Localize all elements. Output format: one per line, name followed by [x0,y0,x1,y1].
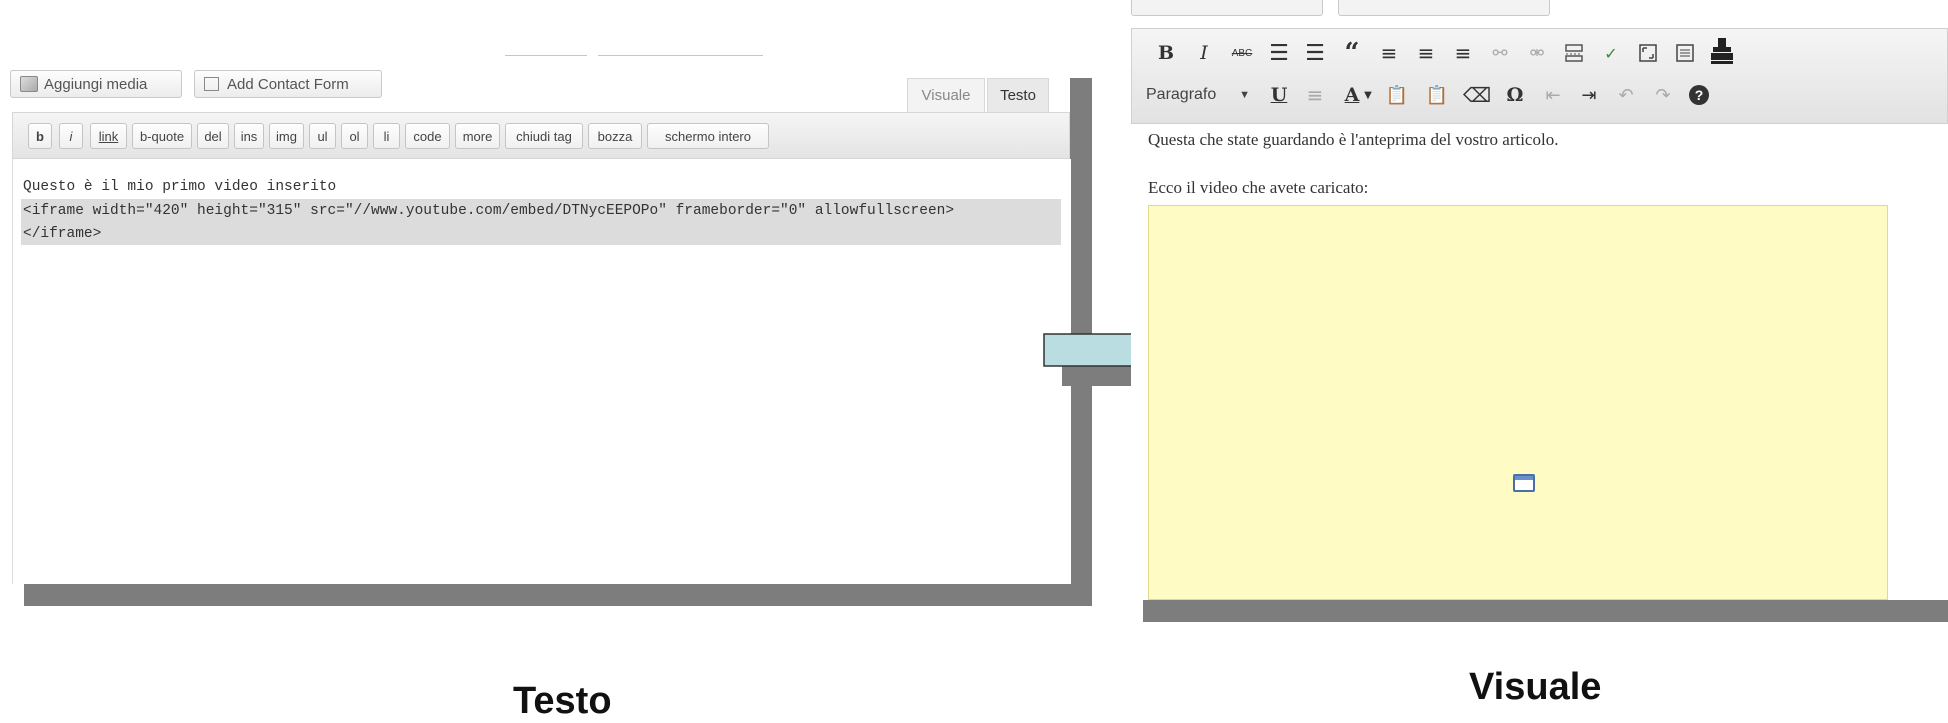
bold-icon[interactable]: B [1153,40,1179,66]
code-line-2: <iframe width="420" height="315" src="//… [23,203,955,219]
media-icon [20,76,38,92]
embed-placeholder-icon [1513,474,1535,492]
quicktag-ul[interactable]: ul [309,123,336,149]
preview-line-1: Questa che state guardando è l'anteprima… [1148,130,1559,149]
quicktag-code[interactable]: code [405,123,450,149]
unlink-icon[interactable]: ⚮ [1524,40,1550,66]
visual-editor-toolbar: B I ABC ☰ ☰ “ ≡ ≡ ≡ ⚯ ⚮ ✓ Paragrafo ▼ U … [1131,28,1948,124]
quicktag-b[interactable]: b [28,123,52,149]
caption-visuale: Visuale [1469,666,1602,708]
paste-text-icon[interactable]: 📋 [1384,82,1410,108]
caption-testo: Testo [513,680,612,722]
cropped-top-button-1 [1131,0,1323,16]
top-decoration-line-1 [505,55,587,56]
align-right-icon[interactable]: ≡ [1450,40,1476,66]
svg-text:?: ? [1695,87,1704,103]
quicktag-i[interactable]: i [59,123,83,149]
link-icon[interactable]: ⚯ [1487,40,1513,66]
omega-icon[interactable]: Ω [1502,82,1528,108]
add-contact-form-label: Add Contact Form [227,75,349,93]
underline-icon[interactable]: U [1266,82,1292,108]
quicktag-ol[interactable]: ol [341,123,368,149]
outdent-icon[interactable]: ⇤ [1540,82,1566,108]
quicktag-li[interactable]: li [373,123,400,149]
visuale-panel-shadow-bottom [1143,600,1948,622]
quicktag-bozza[interactable]: bozza [588,123,642,149]
quicktags-toolbar: b i link b-quote del ins img ul ol li co… [12,112,1070,159]
quicktag-link[interactable]: link [90,123,127,149]
video-embed-placeholder[interactable] [1148,205,1888,600]
format-select-value: Paragrafo [1146,86,1217,103]
quicktag-chiudi-tag[interactable]: chiudi tag [505,123,583,149]
spellcheck-icon[interactable]: ✓ [1598,40,1624,66]
cropped-top-button-2 [1338,0,1550,16]
kitchen-sink-icon[interactable] [1672,40,1698,66]
align-center-icon[interactable]: ≡ [1413,40,1439,66]
embed-icon-titlebar [1515,476,1533,480]
code-line-1: Questo è il mio primo video inserito [23,179,337,195]
paste-word-icon[interactable]: 📋 [1424,82,1450,108]
indent-icon[interactable]: ⇥ [1576,82,1602,108]
clear-format-icon[interactable]: ⌫ [1463,82,1491,108]
quicktag-del[interactable]: del [197,123,229,149]
stamp-icon[interactable] [1709,38,1735,64]
bullet-list-icon[interactable]: ☰ [1266,40,1292,66]
undo-icon[interactable]: ↶ [1613,82,1639,108]
text-editor-area[interactable]: Questo è il mio primo video inserito <if… [12,159,1071,584]
add-media-label: Aggiungi media [44,75,148,93]
quicktag-b-quote[interactable]: b-quote [132,123,192,149]
quicktag-ins[interactable]: ins [234,123,264,149]
quicktag-img[interactable]: img [269,123,304,149]
form-icon [204,77,219,91]
tab-visuale[interactable]: Visuale [907,78,985,112]
fullscreen-icon[interactable] [1635,40,1661,66]
align-left-icon[interactable]: ≡ [1376,40,1402,66]
testo-panel-shadow-bottom [24,584,1092,606]
paragraph-format-select[interactable]: Paragrafo ▼ [1142,81,1254,109]
preview-line-2: Ecco il video che avete caricato: [1148,178,1369,197]
redo-icon[interactable]: ↷ [1650,82,1676,108]
numbered-list-icon[interactable]: ☰ [1302,40,1328,66]
blockquote-icon[interactable]: “ [1339,38,1365,68]
justify-icon[interactable]: ≡ [1302,82,1328,108]
text-color-dropdown-icon[interactable]: ▼ [1361,82,1375,108]
more-tag-icon[interactable] [1561,40,1587,66]
quicktag-more[interactable]: more [455,123,500,149]
add-contact-form-button[interactable]: Add Contact Form [194,70,382,98]
chevron-down-icon: ▼ [1239,89,1250,101]
top-decoration-line-2 [598,55,763,56]
tab-testo[interactable]: Testo [987,78,1049,112]
strikethrough-icon[interactable]: ABC [1229,40,1255,66]
quicktag-schermo-intero[interactable]: schermo intero [647,123,769,149]
help-icon[interactable]: ? [1686,82,1712,108]
add-media-button[interactable]: Aggiungi media [10,70,182,98]
code-line-3: </iframe> [23,226,102,242]
italic-icon[interactable]: I [1191,40,1217,66]
